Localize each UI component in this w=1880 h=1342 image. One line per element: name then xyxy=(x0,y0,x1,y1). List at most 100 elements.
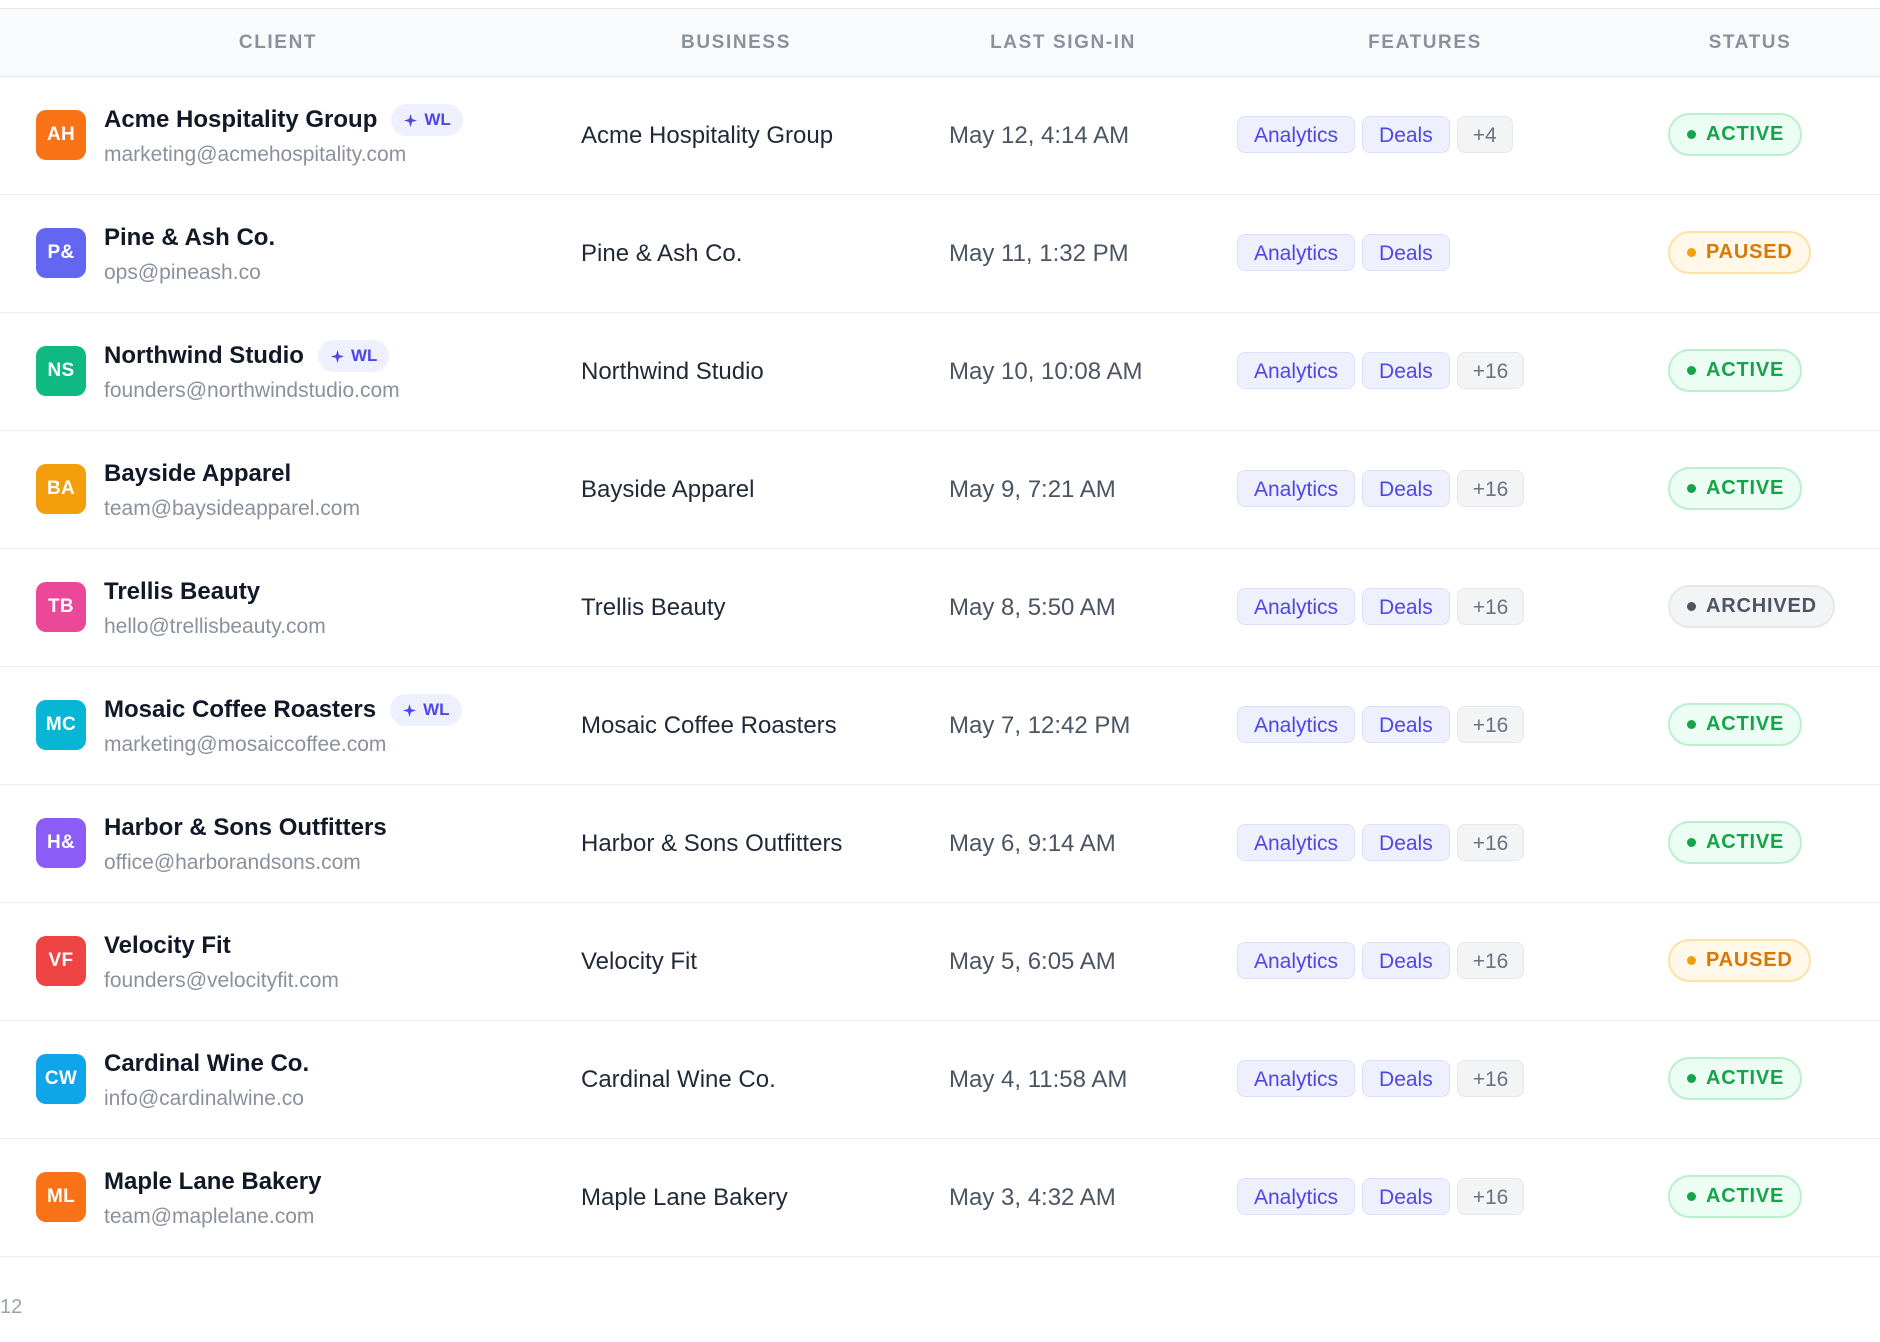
status-text: ACTIVE xyxy=(1706,1185,1785,1207)
feature-chip[interactable]: Analytics xyxy=(1237,588,1356,625)
last-sign-in: May 10, 10:08 AM xyxy=(949,358,1143,385)
feature-chip[interactable]: Analytics xyxy=(1237,352,1356,389)
feature-chip[interactable]: Deals xyxy=(1362,588,1450,625)
column-header-client[interactable]: CLIENT xyxy=(178,9,378,76)
status-badge: PAUSED xyxy=(1668,231,1811,274)
last-sign-in: May 11, 1:32 PM xyxy=(949,240,1129,267)
last-sign-in: May 5, 6:05 AM xyxy=(949,948,1116,975)
feature-chip[interactable]: Deals xyxy=(1362,1178,1450,1215)
column-header-business[interactable]: BUSINESS xyxy=(636,9,836,76)
client-email: marketing@acmehospitality.com xyxy=(104,143,407,166)
feature-chips: Analytics Deals +16 xyxy=(1237,1178,1525,1215)
status-badge: ACTIVE xyxy=(1668,467,1803,510)
client-name-line: Trellis Beauty xyxy=(104,575,260,609)
status-text: ACTIVE xyxy=(1706,359,1785,381)
status-text: ACTIVE xyxy=(1706,123,1785,145)
client-name-line: Cardinal Wine Co. xyxy=(104,1047,309,1081)
client-name-line: Northwind Studio WL xyxy=(104,339,390,373)
feature-chip[interactable]: Analytics xyxy=(1237,116,1356,153)
more-features-chip[interactable]: +16 xyxy=(1456,1178,1525,1215)
feature-chip[interactable]: Analytics xyxy=(1237,1060,1356,1097)
feature-chip[interactable]: Deals xyxy=(1362,234,1450,271)
white-label-badge: WL xyxy=(390,694,462,726)
business-name: Cardinal Wine Co. xyxy=(581,1066,776,1093)
client-avatar: BA xyxy=(36,464,86,514)
client-name[interactable]: Mosaic Coffee Roasters xyxy=(104,696,376,724)
feature-chip[interactable]: Analytics xyxy=(1237,470,1356,507)
client-email: office@harborandsons.com xyxy=(104,851,361,874)
feature-chip[interactable]: Deals xyxy=(1362,470,1450,507)
column-header-status[interactable]: STATUS xyxy=(1650,9,1850,76)
more-features-chip[interactable]: +16 xyxy=(1456,706,1525,743)
table-body: AH Acme Hospitality Group WL marketing@acme… xyxy=(0,77,1880,1257)
feature-chip[interactable]: Analytics xyxy=(1237,234,1356,271)
client-name[interactable]: Maple Lane Bakery xyxy=(104,1168,321,1196)
table-row[interactable]: MC Mosaic Coffee Roasters WL marketing@mosa… xyxy=(0,667,1880,785)
table-row[interactable]: CW Cardinal Wine Co. info@cardinalwine.co C… xyxy=(0,1021,1880,1139)
table-row[interactable]: H& Harbor & Sons Outfitters office@harbora… xyxy=(0,785,1880,903)
more-features-chip[interactable]: +16 xyxy=(1456,470,1525,507)
more-features-chip[interactable]: +16 xyxy=(1456,588,1525,625)
client-avatar: VF xyxy=(36,936,86,986)
feature-chip[interactable]: Analytics xyxy=(1237,1178,1356,1215)
client-avatar: AH xyxy=(36,110,86,160)
white-label-text: WL xyxy=(350,346,378,365)
status-text: PAUSED xyxy=(1706,241,1793,263)
status-text: ARCHIVED xyxy=(1706,595,1817,617)
last-sign-in: May 6, 9:14 AM xyxy=(949,830,1116,857)
client-name[interactable]: Harbor & Sons Outfitters xyxy=(104,814,387,842)
client-name-line: Pine & Ash Co. xyxy=(104,221,275,255)
feature-chip[interactable]: Deals xyxy=(1362,942,1450,979)
feature-chip[interactable]: Analytics xyxy=(1237,942,1356,979)
client-name[interactable]: Acme Hospitality Group xyxy=(104,106,377,134)
column-header-last-sign-in[interactable]: LAST SIGN-IN xyxy=(963,9,1163,76)
table-row[interactable]: AH Acme Hospitality Group WL marketing@acme… xyxy=(0,77,1880,195)
feature-chip[interactable]: Analytics xyxy=(1237,824,1356,861)
more-features-chip[interactable]: +16 xyxy=(1456,942,1525,979)
client-name[interactable]: Cardinal Wine Co. xyxy=(104,1050,309,1078)
feature-chip[interactable]: Deals xyxy=(1362,352,1450,389)
white-label-text: WL xyxy=(423,700,450,719)
sparkle-icon xyxy=(403,703,417,717)
more-features-chip[interactable]: +16 xyxy=(1456,824,1525,861)
table-row[interactable]: NS Northwind Studio WL founders@northwindst… xyxy=(0,313,1880,431)
table-row[interactable]: BA Bayside Apparel team@baysideapparel.com… xyxy=(0,431,1880,549)
status-badge: ACTIVE xyxy=(1668,1057,1803,1100)
business-name: Pine & Ash Co. xyxy=(581,240,743,267)
more-features-chip[interactable]: +16 xyxy=(1456,352,1525,389)
client-name[interactable]: Northwind Studio xyxy=(104,342,304,370)
status-dot-icon xyxy=(1687,838,1696,847)
business-name: Northwind Studio xyxy=(581,358,764,385)
client-name-line: Mosaic Coffee Roasters WL xyxy=(104,693,462,727)
table-row[interactable]: VF Velocity Fit founders@velocityfit.com Ve… xyxy=(0,903,1880,1021)
feature-chips: Analytics Deals +4 xyxy=(1237,116,1513,153)
client-name[interactable]: Trellis Beauty xyxy=(104,578,260,606)
white-label-text: WL xyxy=(424,110,451,129)
column-header-features[interactable]: FEATURES xyxy=(1325,9,1525,76)
clients-table: CLIENT BUSINESS LAST SIGN-IN FEATURES ST… xyxy=(0,8,1880,1257)
client-name[interactable]: Pine & Ash Co. xyxy=(104,224,275,252)
feature-chip[interactable]: Deals xyxy=(1362,824,1450,861)
business-name: Maple Lane Bakery xyxy=(581,1184,788,1211)
status-badge: ACTIVE xyxy=(1668,113,1803,156)
feature-chip[interactable]: Deals xyxy=(1362,116,1450,153)
feature-chip[interactable]: Deals xyxy=(1362,706,1450,743)
status-text: ACTIVE xyxy=(1706,713,1785,735)
feature-chip[interactable]: Deals xyxy=(1362,1060,1450,1097)
table-row[interactable]: TB Trellis Beauty hello@trellisbeauty.com T… xyxy=(0,549,1880,667)
table-row[interactable]: ML Maple Lane Bakery team@maplelane.com Map… xyxy=(0,1139,1880,1257)
footer-count: 12 xyxy=(0,1296,23,1318)
client-avatar: CW xyxy=(36,1054,86,1104)
more-features-chip[interactable]: +4 xyxy=(1456,116,1513,153)
feature-chip[interactable]: Analytics xyxy=(1237,706,1356,743)
table-row[interactable]: P& Pine & Ash Co. ops@pineash.co Pine & Ash… xyxy=(0,195,1880,313)
more-features-chip[interactable]: +16 xyxy=(1456,1060,1525,1097)
client-name[interactable]: Bayside Apparel xyxy=(104,460,291,488)
last-sign-in: May 7, 12:42 PM xyxy=(949,712,1131,739)
client-avatar: MC xyxy=(36,700,86,750)
feature-chips: Analytics Deals +16 xyxy=(1237,470,1525,507)
status-badge: ACTIVE xyxy=(1668,1175,1803,1218)
status-badge: ACTIVE xyxy=(1668,349,1803,392)
feature-chips: Analytics Deals +16 xyxy=(1237,824,1525,861)
client-name[interactable]: Velocity Fit xyxy=(104,932,231,960)
